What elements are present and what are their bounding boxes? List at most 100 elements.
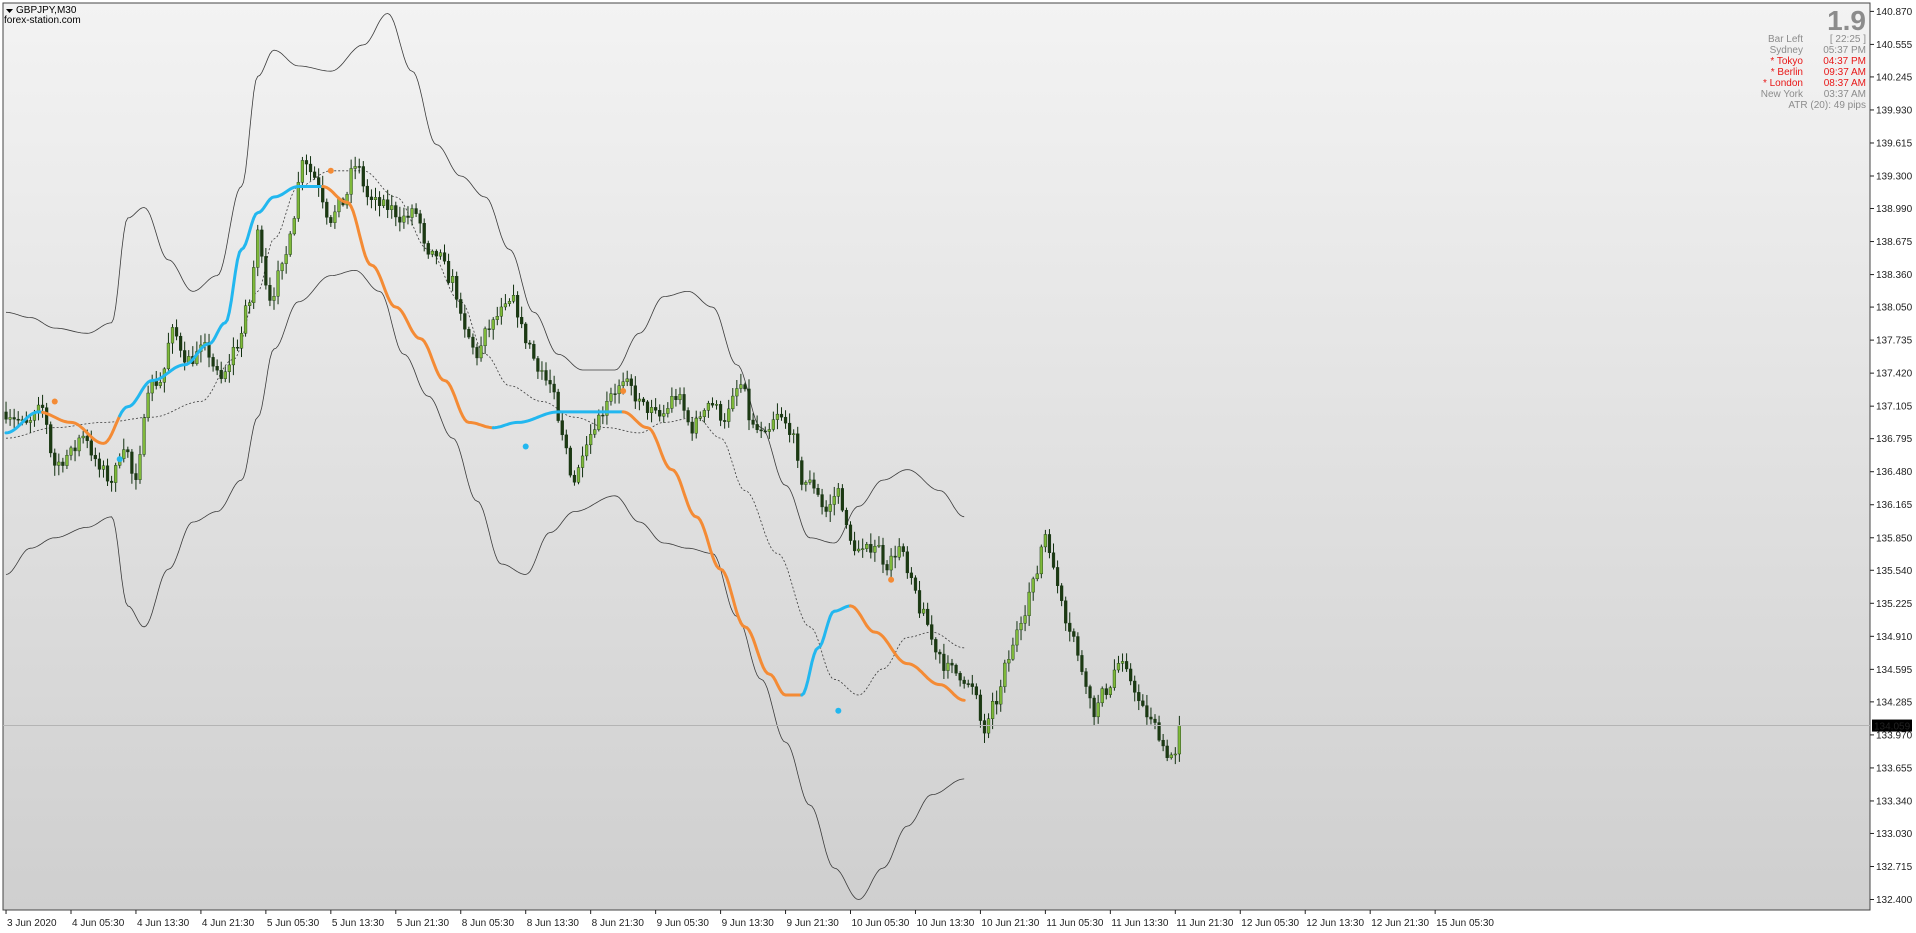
candle-body-bear bbox=[174, 327, 179, 337]
candle-body-bear bbox=[357, 166, 361, 168]
candle-body-bear bbox=[812, 479, 816, 489]
candle-body-bull bbox=[767, 429, 771, 432]
candle-body-bull bbox=[1116, 663, 1121, 671]
candle-body-bear bbox=[978, 694, 983, 721]
candle-body-bull bbox=[609, 393, 613, 402]
candle-body-bull bbox=[410, 208, 414, 218]
chart-title[interactable]: GBPJPY,M30 forex-station.com bbox=[4, 5, 81, 26]
session-label: * Berlin bbox=[1771, 67, 1803, 78]
signal-dot-up bbox=[522, 443, 529, 450]
candle-body-bear bbox=[211, 357, 215, 367]
candle-body-bull bbox=[889, 555, 893, 571]
price-tick-label: 137.105 bbox=[1876, 402, 1913, 413]
signal-dot-down bbox=[327, 167, 334, 174]
candle-body-bull bbox=[300, 160, 305, 183]
candle-body-bear bbox=[361, 166, 365, 187]
time-tick-label: 4 Jun 05:30 bbox=[72, 918, 125, 929]
candle-body-bear bbox=[938, 651, 942, 655]
candle-body-bull bbox=[662, 413, 666, 417]
candle-body-bear bbox=[974, 686, 978, 696]
candle-body-bull bbox=[479, 345, 483, 359]
candle-body-bull bbox=[637, 398, 641, 402]
candle-body-bull bbox=[946, 662, 950, 671]
candle-body-bull bbox=[873, 546, 877, 553]
candle-body-bull bbox=[1108, 687, 1112, 695]
candle-body-bull bbox=[122, 449, 126, 459]
price-tick-label: 139.930 bbox=[1876, 105, 1913, 116]
candle-body-bear bbox=[1072, 631, 1076, 637]
session-time: 05:37 PM bbox=[1823, 45, 1866, 56]
price-tick-label: 138.360 bbox=[1876, 270, 1913, 281]
candle-body-bull bbox=[735, 388, 739, 397]
session-label: Sydney bbox=[1770, 45, 1803, 56]
candle-body-bull bbox=[69, 447, 73, 456]
price-tick-label: 140.245 bbox=[1876, 72, 1913, 83]
signal-dot-down bbox=[888, 576, 895, 583]
candle-body-bear bbox=[905, 551, 909, 574]
candle-body-bull bbox=[1019, 623, 1023, 631]
candle-body-bull bbox=[276, 270, 280, 297]
candle-body-bear bbox=[1133, 680, 1137, 693]
candle-body-bear bbox=[848, 524, 853, 541]
candle-body-bear bbox=[601, 414, 605, 417]
candle-body-bear bbox=[560, 420, 564, 436]
price-tick-label: 138.050 bbox=[1876, 303, 1913, 314]
candle-body-bull bbox=[288, 233, 292, 255]
candle-body-bear bbox=[552, 383, 556, 393]
chart-window[interactable]: 140.870 140.555 140.245 139.930 139.615 139.3… bbox=[0, 0, 1916, 933]
candle-body-bull bbox=[804, 482, 808, 485]
session-label: * Tokyo bbox=[1770, 56, 1803, 67]
price-tick-label: 137.735 bbox=[1876, 336, 1913, 347]
time-tick-label: 5 Jun 21:30 bbox=[397, 918, 450, 929]
candle-body-bull bbox=[430, 250, 434, 255]
candle-body-bull bbox=[828, 504, 832, 512]
candle-body-bear bbox=[53, 452, 57, 466]
candle-body-bear bbox=[1161, 739, 1165, 747]
price-chart[interactable]: 140.870 140.555 140.245 139.930 139.615 139.3… bbox=[0, 0, 1916, 933]
candle-body-bear bbox=[61, 461, 65, 466]
candle-body-bull bbox=[670, 396, 674, 409]
spread-value: 1.9 bbox=[1827, 5, 1866, 36]
candle-body-bear bbox=[434, 250, 438, 257]
price-axis[interactable]: 140.870 140.555 140.245 139.930 139.615 139.3… bbox=[1870, 7, 1913, 906]
candle-body-bear bbox=[264, 256, 268, 286]
candle-body-bear bbox=[426, 243, 430, 255]
candle-body-bull bbox=[333, 211, 337, 223]
candle-body-bull bbox=[243, 305, 248, 334]
candle-body-bull bbox=[284, 254, 288, 264]
candle-body-bear bbox=[970, 683, 974, 687]
candle-body-bear bbox=[394, 205, 398, 218]
candle-body-bear bbox=[641, 398, 646, 403]
time-axis[interactable]: 3 Jun 2020 4 Jun 05:30 4 Jun 13:30 4 Jun 21… bbox=[5, 910, 1494, 929]
candle-body-bear bbox=[89, 440, 93, 456]
candle-body-bear bbox=[783, 416, 788, 424]
candle-body-bull bbox=[857, 548, 861, 552]
candle-body-bear bbox=[215, 366, 219, 371]
current-price-tag: 134.059 bbox=[1874, 722, 1911, 733]
candle-body-bear bbox=[568, 447, 572, 476]
candle-body-bear bbox=[524, 323, 528, 344]
candle-body-bear bbox=[1137, 692, 1141, 702]
candle-body-bull bbox=[491, 319, 495, 330]
candle-body-bear bbox=[926, 608, 930, 625]
candle-body-bear bbox=[4, 411, 8, 420]
candle-body-bull bbox=[451, 276, 455, 283]
candle-body-bull bbox=[507, 301, 512, 304]
signal-dot-down bbox=[620, 387, 627, 394]
price-tag: 134.059 bbox=[1872, 719, 1912, 733]
candle-body-bear bbox=[958, 673, 962, 681]
candle-body-bear bbox=[1129, 668, 1133, 682]
session-time: 09:37 AM bbox=[1824, 67, 1866, 78]
candle-body-bull bbox=[991, 701, 995, 719]
session-label: New York bbox=[1761, 89, 1804, 100]
candle-body-bull bbox=[239, 333, 244, 349]
candle-body-bear bbox=[369, 196, 374, 201]
candle-body-bear bbox=[1076, 636, 1080, 656]
candle-body-bear bbox=[893, 555, 897, 558]
candle-body-bear bbox=[1104, 688, 1108, 695]
candle-body-bull bbox=[499, 306, 503, 317]
candle-body-bear bbox=[459, 299, 463, 314]
time-tick-label: 4 Jun 13:30 bbox=[137, 918, 190, 929]
price-tick-label: 132.715 bbox=[1876, 862, 1913, 873]
time-tick-label: 11 Jun 05:30 bbox=[1046, 918, 1104, 929]
